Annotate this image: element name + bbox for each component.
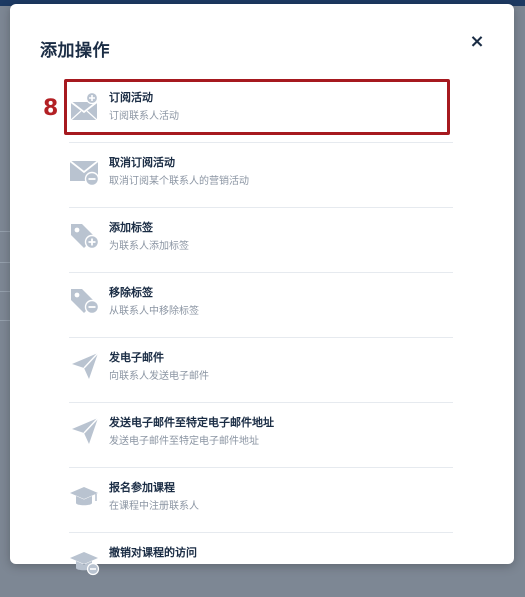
action-item-send-email-to-address[interactable]: 发送电子邮件至特定电子邮件地址 发送电子邮件至特定电子邮件地址: [69, 403, 453, 468]
paper-plane-icon: [69, 415, 101, 447]
tag-remove-icon: [69, 285, 101, 317]
action-item-unsubscribe-campaign[interactable]: 取消订阅活动 取消订阅某个联系人的营销活动: [69, 143, 453, 208]
graduation-cap-icon: [69, 480, 101, 512]
action-label: 移除标签: [109, 286, 153, 299]
action-label: 发送电子邮件至特定电子邮件地址: [109, 416, 274, 429]
action-item-revoke-course-access[interactable]: 撤销对课程的访问: [69, 533, 453, 597]
mail-subscribe-icon: [69, 90, 101, 122]
mail-unsubscribe-icon: [69, 155, 101, 187]
add-action-modal: 添加操作 × 8 订阅活动 订阅联系人活动 取消订阅活动 取消订阅某个联系人的营…: [10, 4, 514, 576]
action-description: 订阅联系人活动: [109, 111, 179, 122]
graduation-cap-remove-icon: [69, 545, 101, 577]
action-description: 发送电子邮件至特定电子邮件地址: [109, 436, 259, 447]
background-divider: [0, 291, 10, 292]
background-divider: [0, 262, 10, 263]
action-label: 取消订阅活动: [109, 156, 175, 169]
action-item-send-email[interactable]: 发电子邮件 向联系人发送电子邮件: [69, 338, 453, 403]
action-label: 订阅活动: [109, 91, 153, 104]
action-label: 发电子邮件: [109, 351, 164, 364]
action-label: 添加标签: [109, 221, 153, 234]
action-item-add-tag[interactable]: 添加标签 为联系人添加标签: [69, 208, 453, 273]
step-number-annotation: 8: [43, 96, 59, 121]
action-description: 从联系人中移除标签: [109, 306, 199, 317]
action-list: 订阅活动 订阅联系人活动 取消订阅活动 取消订阅某个联系人的营销活动 添加标签 …: [69, 78, 453, 597]
action-item-subscribe-campaign[interactable]: 订阅活动 订阅联系人活动: [69, 78, 453, 143]
paper-plane-icon: [69, 350, 101, 382]
action-item-enroll-course[interactable]: 报名参加课程 在课程中注册联系人: [69, 468, 453, 533]
close-button[interactable]: ×: [465, 30, 489, 54]
modal-title: 添加操作: [40, 41, 110, 61]
action-description: 向联系人发送电子邮件: [109, 371, 209, 382]
action-label: 撤销对课程的访问: [109, 546, 197, 559]
action-item-remove-tag[interactable]: 移除标签 从联系人中移除标签: [69, 273, 453, 338]
action-description: 取消订阅某个联系人的营销活动: [109, 176, 249, 187]
action-description: 为联系人添加标签: [109, 241, 189, 252]
background-divider: [0, 231, 10, 232]
background-divider: [0, 320, 10, 321]
tag-add-icon: [69, 220, 101, 252]
action-label: 报名参加课程: [109, 481, 175, 494]
action-description: 在课程中注册联系人: [109, 501, 199, 512]
